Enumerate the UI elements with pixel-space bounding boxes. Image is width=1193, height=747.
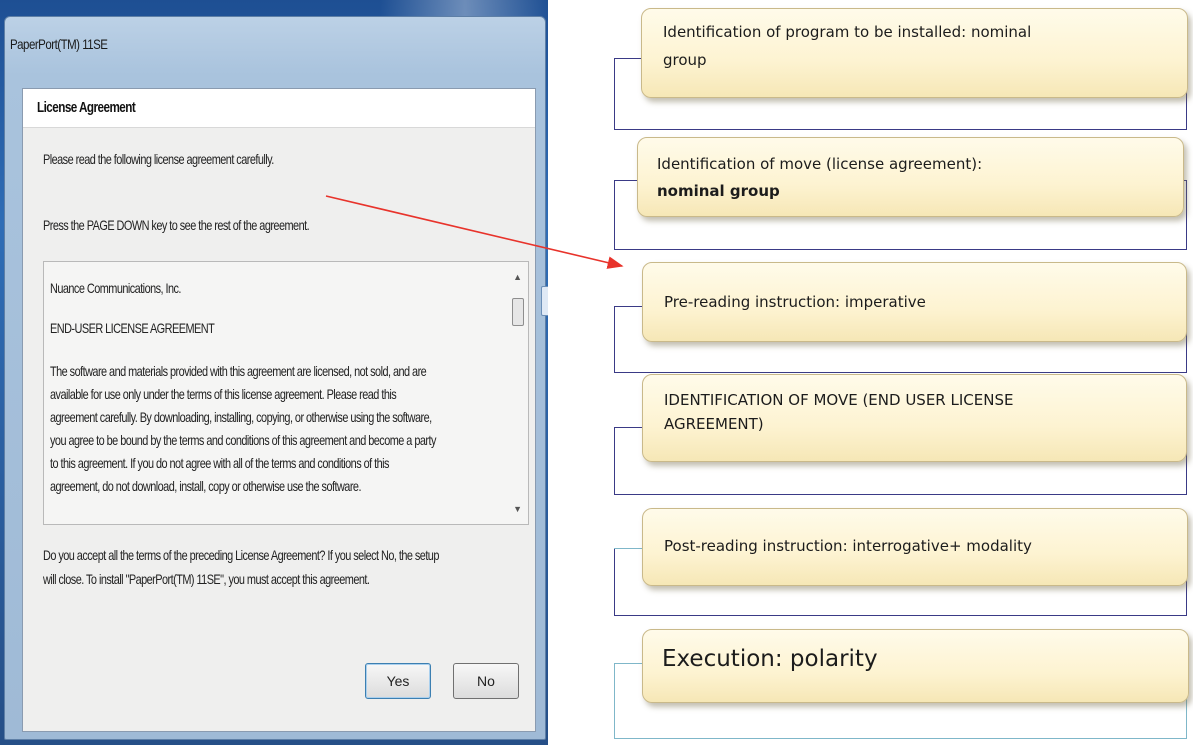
accept-question-line-2: will close. To install "PaperPort(TM) 11… — [43, 571, 370, 587]
license-line: you agree to be bound by the terms and c… — [50, 432, 436, 448]
move-box-2: Identification of move (license agreemen… — [637, 137, 1184, 217]
move-box-4-line1: IDENTIFICATION OF MOVE (END USER LICENSE — [664, 391, 1014, 409]
move-box-4-line2: AGREEMENT) — [664, 415, 764, 433]
instruction-text-1: Please read the following license agreem… — [43, 151, 274, 167]
no-button[interactable]: No — [453, 663, 519, 699]
move-box-6-line1: Execution: polarity — [662, 646, 878, 672]
move-box-1-line1: Identification of program to be installe… — [663, 23, 1032, 41]
connector-3 — [614, 306, 642, 307]
license-line: The software and materials provided with… — [50, 363, 427, 379]
scroll-up-arrow-icon[interactable]: ▲ — [513, 272, 522, 282]
scroll-down-arrow-icon[interactable]: ▼ — [513, 504, 522, 514]
license-line: available for use only under the terms o… — [50, 386, 397, 402]
license-line: END-USER LICENSE AGREEMENT — [50, 320, 215, 336]
move-box-2-line1: Identification of move (license agreemen… — [657, 155, 983, 173]
yes-button[interactable]: Yes — [365, 663, 431, 699]
license-textbox[interactable]: Nuance Communications, Inc. END-USER LIC… — [43, 261, 529, 525]
license-line: to this agreement. If you do not agree w… — [50, 455, 389, 471]
license-line: agreement, do not download, install, cop… — [50, 478, 361, 494]
license-line: agreement carefully. By downloading, ins… — [50, 409, 432, 425]
connector-6 — [614, 663, 642, 664]
license-line: Nuance Communications, Inc. — [50, 280, 181, 296]
move-box-3-line1: Pre-reading instruction: imperative — [664, 293, 926, 311]
move-box-6: Execution: polarity — [642, 629, 1189, 703]
move-box-1-line2: group — [663, 51, 707, 69]
move-box-1: Identification of program to be installe… — [641, 8, 1188, 98]
instruction-text-2: Press the PAGE DOWN key to see the rest … — [43, 217, 310, 233]
connector-5 — [614, 548, 642, 549]
installer-screenshot: PaperPort(TM) 11SE License Agreement Ple… — [0, 0, 548, 745]
move-box-5-line1: Post-reading instruction: interrogative+… — [664, 537, 1032, 555]
move-box-5: Post-reading instruction: interrogative+… — [642, 508, 1188, 586]
accept-question-line-1: Do you accept all the terms of the prece… — [43, 547, 439, 563]
connector-1 — [614, 58, 642, 59]
header-title: License Agreement — [37, 99, 136, 116]
scrollbar-thumb[interactable] — [512, 298, 524, 326]
dialog-client-area: License Agreement Please read the follow… — [22, 88, 536, 732]
move-box-3: Pre-reading instruction: imperative — [642, 262, 1187, 342]
move-box-4: IDENTIFICATION OF MOVE (END USER LICENSE… — [642, 374, 1187, 462]
license-scrollbar[interactable]: ▲ ▼ — [512, 264, 526, 520]
resize-handle[interactable] — [541, 286, 548, 316]
connector-4 — [614, 427, 642, 428]
dialog-header: License Agreement — [23, 89, 535, 128]
move-box-2-line2: nominal group — [657, 182, 780, 200]
window-title: PaperPort(TM) 11SE — [10, 36, 108, 52]
